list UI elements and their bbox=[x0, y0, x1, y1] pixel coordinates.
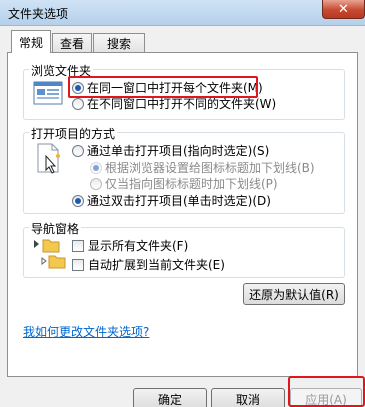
ok-button[interactable]: 确定 bbox=[133, 388, 207, 407]
help-link[interactable]: 我如何更改文件夹选项? bbox=[23, 323, 149, 340]
radio-new-window[interactable] bbox=[72, 97, 84, 110]
option-underline-browser-label: 根据浏览器设置给图标标题加下划线(B) bbox=[105, 161, 315, 175]
close-icon: ✕ bbox=[338, 1, 349, 17]
tab-search[interactable]: 搜索 bbox=[93, 33, 145, 52]
option-new-window[interactable]: 在不同窗口中打开不同的文件夹(W) bbox=[72, 96, 276, 111]
option-single-click[interactable]: 通过单击打开项目(指向时选定)(S) bbox=[72, 143, 269, 158]
window-layout-icon bbox=[33, 81, 63, 105]
folder-tree-icon bbox=[32, 236, 68, 272]
restore-defaults-button[interactable]: 还原为默认值(R) bbox=[243, 283, 345, 305]
red-annotation-box-option bbox=[68, 76, 258, 98]
ok-button-label: 确定 bbox=[157, 392, 182, 407]
navigation-pane-title: 导航窗格 bbox=[29, 220, 82, 237]
red-annotation-box-apply bbox=[288, 376, 365, 407]
restore-defaults-label: 还原为默认值(R) bbox=[249, 287, 339, 302]
option-show-all-folders[interactable]: 显示所有文件夹(F) bbox=[72, 238, 188, 253]
click-items-title: 打开项目的方式 bbox=[29, 125, 118, 142]
tab-search-label: 搜索 bbox=[106, 36, 131, 51]
tab-view[interactable]: 查看 bbox=[52, 33, 92, 52]
radio-double-click[interactable] bbox=[72, 194, 84, 207]
cancel-button-label: 取消 bbox=[235, 392, 260, 407]
option-show-all-folders-label: 显示所有文件夹(F) bbox=[88, 239, 189, 253]
cancel-button[interactable]: 取消 bbox=[211, 388, 285, 407]
option-underline-hover-label: 仅当指向图标标题时加下划线(P) bbox=[105, 177, 278, 191]
option-double-click[interactable]: 通过双击打开项目(单击时选定)(D) bbox=[72, 193, 271, 208]
tab-view-label: 查看 bbox=[59, 36, 84, 51]
tab-general[interactable]: 常规 bbox=[11, 30, 51, 53]
window-title: 文件夹选项 bbox=[8, 7, 69, 21]
radio-single-click[interactable] bbox=[72, 144, 84, 157]
option-underline-hover[interactable]: 仅当指向图标标题时加下划线(P) bbox=[90, 176, 278, 191]
checkbox-show-all-folders[interactable] bbox=[72, 239, 84, 252]
radio-underline-hover[interactable] bbox=[90, 177, 102, 190]
option-single-click-label: 通过单击打开项目(指向时选定)(S) bbox=[87, 144, 270, 158]
close-button[interactable]: ✕ bbox=[322, 0, 365, 19]
checkbox-auto-expand[interactable] bbox=[72, 258, 84, 271]
radio-underline-browser[interactable] bbox=[90, 161, 102, 174]
option-auto-expand-label: 自动扩展到当前文件夹(E) bbox=[88, 258, 225, 272]
option-underline-browser[interactable]: 根据浏览器设置给图标标题加下划线(B) bbox=[90, 160, 315, 175]
title-bar: 文件夹选项 bbox=[0, 0, 365, 26]
pointer-click-icon bbox=[34, 142, 66, 178]
option-auto-expand[interactable]: 自动扩展到当前文件夹(E) bbox=[72, 257, 225, 272]
tab-general-label: 常规 bbox=[18, 35, 43, 50]
option-double-click-label: 通过双击打开项目(单击时选定)(D) bbox=[87, 194, 271, 208]
